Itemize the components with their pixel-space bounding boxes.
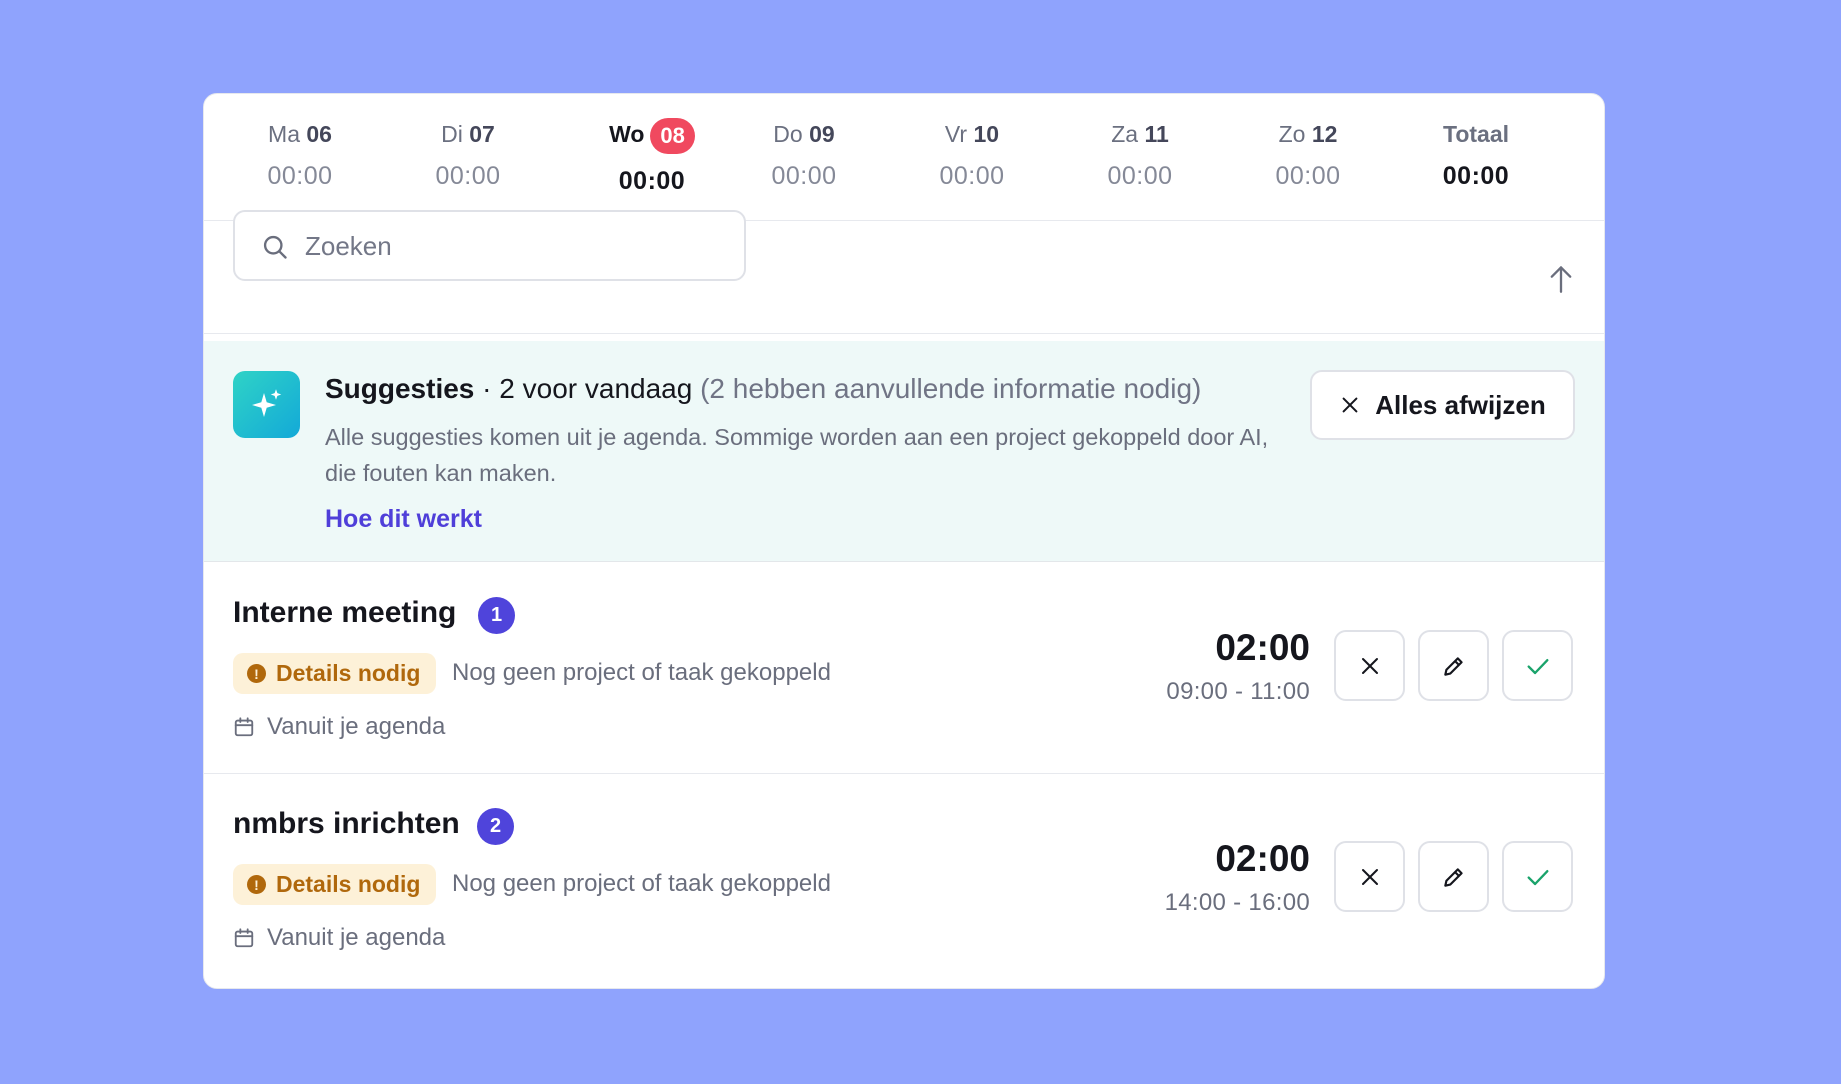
- item-number-badge: 2: [477, 808, 514, 845]
- arrow-up-icon[interactable]: [1547, 264, 1575, 294]
- tab-day-tue[interactable]: Di 07 00:00: [384, 94, 552, 221]
- item-time-range: 09:00 - 11:00: [1166, 678, 1310, 705]
- edit-button[interactable]: [1418, 841, 1489, 912]
- day-total: 00:00: [1107, 162, 1173, 190]
- week-tabs: Ma 06 00:00 Di 07 00:00 Wo 08 00:00 Do 09…: [204, 94, 1604, 221]
- item-status: Nog geen project of taak gekoppeld: [452, 659, 831, 686]
- tab-day-mon[interactable]: Ma 06 00:00: [216, 94, 384, 221]
- accept-button[interactable]: [1502, 841, 1573, 912]
- warning-icon: !: [247, 875, 266, 894]
- separator: ·: [474, 373, 500, 404]
- badge-label: Details nodig: [276, 871, 421, 897]
- accept-button[interactable]: [1502, 630, 1573, 701]
- total-label: Totaal: [1442, 121, 1510, 147]
- calendar-icon: [234, 717, 254, 737]
- source-label: Vanuit je agenda: [267, 713, 446, 740]
- item-number-badge: 1: [478, 597, 515, 634]
- day-name: Zo: [1278, 121, 1306, 147]
- day-total: 00:00: [267, 162, 333, 190]
- tab-week-total[interactable]: Totaal 00:00: [1392, 94, 1560, 221]
- tab-day-fri[interactable]: Vr 10 00:00: [888, 94, 1056, 221]
- close-icon: [1361, 868, 1378, 885]
- day-total: 00:00: [618, 167, 686, 195]
- details-needed-badge: ! Details nodig: [233, 864, 437, 905]
- item-source: Vanuit je agenda: [233, 713, 445, 741]
- suggestions-description: Alle suggesties komen uit je agenda. Som…: [325, 424, 1269, 486]
- warning-icon: !: [247, 664, 266, 683]
- suggestions-heading: Suggesties · 2 voor vandaag (2 hebben aa…: [325, 373, 1201, 405]
- tab-day-sat[interactable]: Za 11 00:00: [1056, 94, 1224, 221]
- dismiss-all-label: Alles afwijzen: [1375, 389, 1546, 420]
- day-name: Do: [773, 121, 803, 147]
- close-icon: [1361, 657, 1378, 674]
- check-icon: [1527, 869, 1548, 885]
- day-number: 07: [469, 121, 495, 147]
- day-number: 10: [973, 121, 1000, 147]
- day-name: Za: [1111, 121, 1139, 147]
- day-total: 00:00: [435, 162, 501, 190]
- day-name: Di: [441, 121, 463, 147]
- item-duration: 02:00: [1215, 838, 1310, 879]
- how-it-works-link[interactable]: Hoe dit werkt: [325, 505, 482, 534]
- suggestions-title: Suggesties: [325, 373, 475, 404]
- close-icon: [1342, 397, 1358, 413]
- timesheet-card: Ma 06 00:00 Di 07 00:00 Wo 08 00:00 Do 09…: [203, 93, 1605, 989]
- badge-label: Details nodig: [276, 660, 421, 686]
- reject-button[interactable]: [1334, 630, 1405, 701]
- calendar-icon: [234, 928, 254, 948]
- day-total: 00:00: [771, 162, 837, 190]
- item-title: Interne meeting: [233, 596, 457, 629]
- day-total: 00:00: [939, 162, 1005, 190]
- item-source: Vanuit je agenda: [233, 924, 445, 952]
- tab-day-wed[interactable]: Wo 08 00:00: [568, 94, 736, 221]
- day-name: Vr: [944, 121, 968, 147]
- item-title: nmbrs inrichten: [233, 807, 460, 840]
- item-duration: 02:00: [1215, 627, 1310, 668]
- item-status: Nog geen project of taak gekoppeld: [452, 870, 831, 897]
- details-needed-badge: ! Details nodig: [233, 653, 437, 694]
- edit-button[interactable]: [1418, 630, 1489, 701]
- item-time-range: 14:00 - 16:00: [1164, 889, 1310, 916]
- search-input[interactable]: [305, 226, 725, 266]
- source-label: Vanuit je agenda: [267, 924, 446, 951]
- day-number: 11: [1144, 121, 1169, 147]
- tab-day-sun[interactable]: Zo 12 00:00: [1224, 94, 1392, 221]
- today-badge: 08: [650, 118, 695, 154]
- reject-button[interactable]: [1334, 841, 1405, 912]
- day-name: Wo: [609, 121, 645, 148]
- day-number: 12: [1311, 121, 1338, 147]
- pencil-icon: [1443, 867, 1463, 887]
- search-box[interactable]: [233, 210, 746, 281]
- dismiss-all-button[interactable]: Alles afwijzen: [1310, 370, 1575, 440]
- day-number: 09: [809, 121, 835, 147]
- suggestion-item: nmbrs inrichten 2 ! Details nodig Nog ge…: [204, 773, 1604, 982]
- ai-sparkle-icon: [233, 371, 300, 438]
- day-total: 00:00: [1275, 162, 1341, 190]
- suggestions-extra: (2 hebben aanvullende informatie nodig): [692, 373, 1202, 404]
- search-icon: [263, 235, 287, 259]
- day-name: Ma: [268, 121, 300, 147]
- check-icon: [1527, 658, 1548, 674]
- pencil-icon: [1443, 656, 1463, 676]
- suggestion-item: Interne meeting 1 ! Details nodig Nog ge…: [204, 563, 1604, 772]
- day-number: 06: [306, 121, 332, 147]
- tab-day-thu[interactable]: Do 09 00:00: [720, 94, 888, 221]
- suggestions-count: 2 voor vandaag: [499, 373, 693, 404]
- total-time: 00:00: [1442, 162, 1510, 190]
